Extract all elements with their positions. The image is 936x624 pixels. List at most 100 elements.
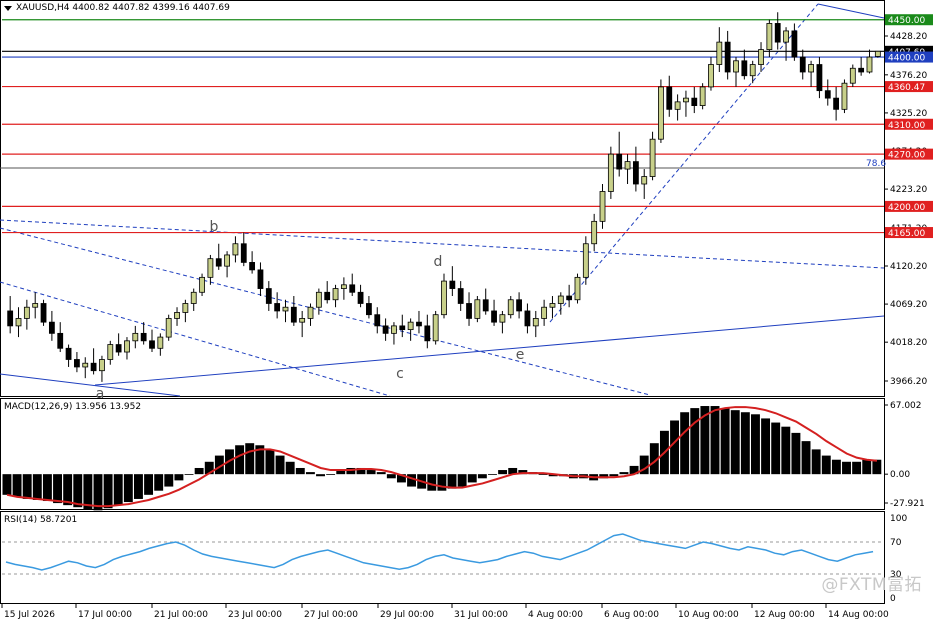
candle[interactable] — [23, 299, 30, 330]
candle[interactable] — [15, 307, 22, 338]
candle[interactable] — [616, 131, 623, 177]
candle[interactable] — [674, 94, 681, 121]
candle[interactable] — [666, 75, 673, 117]
candle[interactable] — [499, 310, 506, 334]
candle[interactable] — [658, 79, 664, 143]
candle[interactable] — [466, 292, 472, 326]
candle[interactable] — [557, 292, 564, 315]
candle[interactable] — [524, 303, 531, 334]
candle[interactable] — [741, 49, 748, 80]
candle[interactable] — [416, 310, 422, 334]
candle[interactable] — [157, 333, 164, 356]
candle[interactable] — [240, 232, 247, 267]
candle[interactable] — [624, 154, 631, 185]
candle[interactable] — [607, 146, 614, 199]
candle[interactable] — [215, 243, 222, 270]
candle[interactable] — [758, 42, 764, 72]
trend-line[interactable] — [0, 373, 181, 397]
candle[interactable] — [849, 64, 856, 87]
dropdown-triangle-icon[interactable] — [4, 5, 12, 11]
candle[interactable] — [841, 79, 848, 114]
candle[interactable] — [7, 296, 14, 334]
candle[interactable] — [783, 27, 789, 61]
candle[interactable] — [808, 60, 814, 87]
candle[interactable] — [833, 86, 840, 121]
candle[interactable] — [182, 299, 189, 323]
price-pane[interactable]: 4428.204376.204325.204274.204223.204171.… — [0, 0, 933, 403]
candle[interactable] — [791, 23, 798, 61]
candle[interactable] — [733, 57, 739, 87]
candle[interactable] — [357, 284, 364, 308]
candle[interactable] — [516, 292, 522, 319]
candle[interactable] — [65, 344, 72, 367]
candle[interactable] — [40, 299, 47, 326]
candle[interactable] — [532, 310, 539, 338]
candle[interactable] — [424, 314, 431, 349]
candle[interactable] — [324, 281, 331, 304]
candle[interactable] — [858, 57, 865, 76]
candle[interactable] — [599, 184, 606, 229]
candle[interactable] — [591, 213, 598, 252]
candle[interactable] — [282, 299, 289, 323]
candle[interactable] — [307, 303, 314, 326]
candle[interactable] — [507, 296, 514, 319]
candle[interactable] — [724, 30, 731, 80]
candle[interactable] — [549, 296, 556, 319]
candle[interactable] — [699, 83, 706, 110]
candle[interactable] — [641, 169, 648, 199]
candle[interactable] — [99, 355, 105, 382]
candle[interactable] — [207, 254, 214, 285]
candle[interactable] — [541, 299, 548, 326]
candle[interactable] — [874, 50, 881, 58]
candle[interactable] — [491, 299, 497, 326]
candle[interactable] — [340, 277, 347, 300]
candle[interactable] — [265, 281, 272, 311]
candle[interactable] — [165, 314, 172, 341]
candle[interactable] — [299, 310, 306, 338]
candle[interactable] — [474, 296, 481, 323]
candle[interactable] — [366, 296, 372, 319]
candle[interactable] — [866, 49, 873, 74]
candle[interactable] — [199, 273, 205, 297]
candle[interactable] — [232, 236, 239, 263]
macd-pane[interactable]: 67.002 0.00 -27.921 — [0, 398, 925, 511]
candle[interactable] — [174, 307, 180, 326]
candle[interactable] — [566, 284, 573, 308]
candle[interactable] — [574, 273, 581, 304]
candle[interactable] — [391, 322, 397, 345]
candle[interactable] — [249, 251, 256, 274]
candle[interactable] — [349, 273, 356, 297]
candle[interactable] — [482, 288, 489, 315]
candle[interactable] — [90, 348, 97, 375]
candle[interactable] — [799, 49, 806, 80]
trend-line[interactable] — [94, 315, 885, 386]
candle[interactable] — [124, 337, 130, 360]
candle[interactable] — [257, 262, 264, 297]
candle[interactable] — [224, 251, 230, 278]
candle[interactable] — [432, 310, 439, 345]
trend-line[interactable] — [817, 3, 885, 19]
candle[interactable] — [140, 322, 147, 345]
candle[interactable] — [708, 57, 714, 91]
candle[interactable] — [82, 357, 89, 379]
candle[interactable] — [441, 273, 447, 319]
candle[interactable] — [683, 90, 689, 117]
candle[interactable] — [48, 310, 55, 341]
candle[interactable] — [716, 27, 723, 72]
candle[interactable] — [382, 318, 389, 341]
candle[interactable] — [824, 79, 831, 106]
candle[interactable] — [632, 146, 639, 192]
trading-chart[interactable]: 4428.204376.204325.204274.204223.204171.… — [0, 0, 936, 624]
candle[interactable] — [32, 292, 39, 319]
candle[interactable] — [115, 333, 122, 356]
candle[interactable] — [691, 86, 698, 114]
symbol-header[interactable]: XAUUSD,H4 4400.82 4407.82 4399.16 4407.6… — [4, 3, 230, 13]
rsi-pane[interactable]: 10070300 — [0, 511, 908, 605]
candle[interactable] — [132, 325, 139, 349]
candle[interactable] — [107, 340, 114, 365]
candle[interactable] — [332, 284, 339, 308]
candle[interactable] — [149, 329, 155, 353]
candle[interactable] — [457, 281, 464, 311]
candle[interactable] — [74, 352, 80, 373]
candle[interactable] — [374, 307, 381, 334]
